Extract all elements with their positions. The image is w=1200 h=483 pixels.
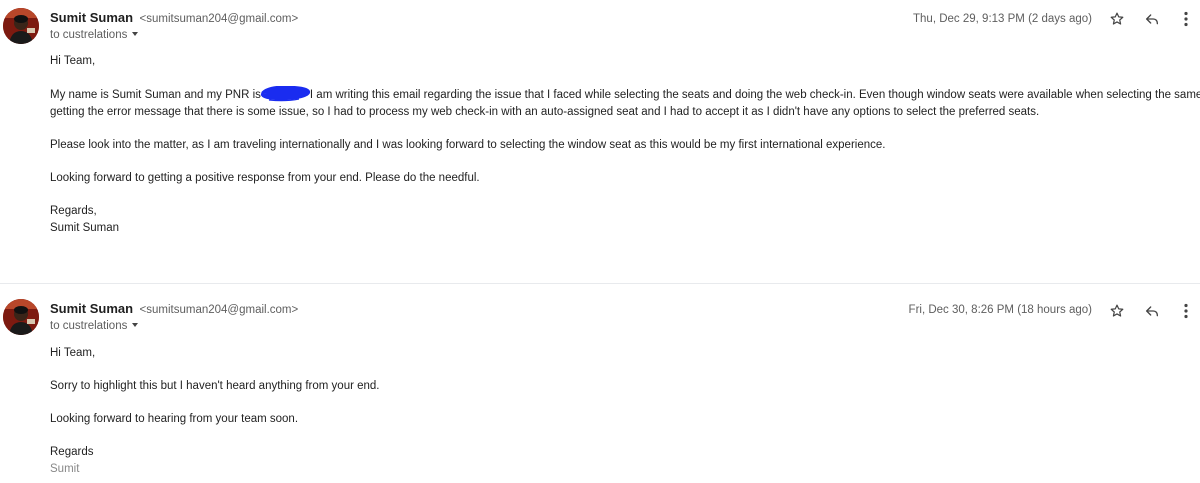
star-outline-icon bbox=[1110, 304, 1124, 317]
message-body: Hi Team, Sorry to highlight this but I h… bbox=[50, 345, 1200, 478]
body-paragraph-1: Sorry to highlight this but I haven't he… bbox=[50, 380, 380, 392]
body-paragraph-3: Looking forward to getting a positive re… bbox=[50, 172, 480, 184]
text-before-redaction: My name is Sumit Suman and my PNR is bbox=[50, 89, 261, 101]
signature: Sumit bbox=[50, 463, 80, 475]
sender-line: Sumit Suman <sumitsuman204@gmail.com> bbox=[50, 10, 298, 27]
body-paragraph-2: Looking forward to hearing from your tea… bbox=[50, 413, 299, 425]
sender-avatar[interactable] bbox=[3, 299, 39, 335]
greeting: Hi Team, bbox=[50, 55, 96, 67]
signature: Sumit Suman bbox=[50, 222, 120, 234]
star-button[interactable] bbox=[1107, 301, 1127, 321]
star-outline-icon bbox=[1110, 12, 1124, 25]
reply-button[interactable] bbox=[1142, 9, 1162, 29]
message-date: Thu, Dec 29, 9:13 PM (2 days ago) bbox=[913, 13, 1092, 25]
vertical-dots-icon bbox=[1184, 11, 1188, 27]
body-paragraph-1: My name is Sumit Suman and my PNR is I am… bbox=[50, 86, 1200, 121]
email-message-2[interactable]: Sumit Suman <sumitsuman204@gmail.com> to… bbox=[0, 290, 1200, 483]
recipient-label: to custrelations bbox=[50, 320, 128, 332]
redaction-scribble bbox=[260, 86, 311, 102]
recipient-details-toggle[interactable]: to custrelations bbox=[50, 28, 139, 42]
greeting: Hi Team, bbox=[50, 347, 96, 359]
recipient-label: to custrelations bbox=[50, 29, 128, 41]
message-date: Fri, Dec 30, 8:26 PM (18 hours ago) bbox=[908, 304, 1092, 316]
signoff: Regards bbox=[50, 446, 94, 458]
signoff: Regards, bbox=[50, 205, 97, 217]
sender-email: <sumitsuman204@gmail.com> bbox=[139, 304, 299, 316]
message-divider bbox=[0, 283, 1200, 284]
body-paragraph-2: Please look into the matter, as I am tra… bbox=[50, 139, 886, 151]
sender-avatar[interactable] bbox=[3, 8, 39, 44]
sender-email: <sumitsuman204@gmail.com> bbox=[139, 13, 299, 25]
email-message-1[interactable]: Sumit Suman <sumitsuman204@gmail.com> to… bbox=[0, 0, 1200, 262]
recipient-details-toggle[interactable]: to custrelations bbox=[50, 319, 139, 333]
reply-arrow-icon bbox=[1146, 14, 1158, 25]
chevron-down-icon[interactable] bbox=[132, 323, 139, 327]
reply-button[interactable] bbox=[1142, 301, 1162, 321]
email-thread: Sumit Suman <sumitsuman204@gmail.com> to… bbox=[0, 0, 1200, 483]
more-options-button[interactable] bbox=[1176, 301, 1196, 321]
paragraph-line-2: getting the error message that there is … bbox=[50, 106, 1040, 118]
reply-arrow-icon bbox=[1146, 306, 1158, 317]
sender-line: Sumit Suman <sumitsuman204@gmail.com> bbox=[50, 301, 298, 318]
message-body: Hi Team, My name is Sumit Suman and my P… bbox=[50, 53, 1200, 237]
more-options-button[interactable] bbox=[1176, 9, 1196, 29]
paragraph-line-1: My name is Sumit Suman and my PNR is I am… bbox=[50, 86, 1200, 104]
vertical-dots-icon bbox=[1184, 303, 1188, 319]
text-after-redaction: I am writing this email regarding the is… bbox=[309, 89, 1200, 101]
sender-name[interactable]: Sumit Suman bbox=[50, 301, 133, 316]
sender-name[interactable]: Sumit Suman bbox=[50, 10, 133, 25]
chevron-down-icon[interactable] bbox=[132, 32, 139, 36]
star-button[interactable] bbox=[1107, 9, 1127, 29]
